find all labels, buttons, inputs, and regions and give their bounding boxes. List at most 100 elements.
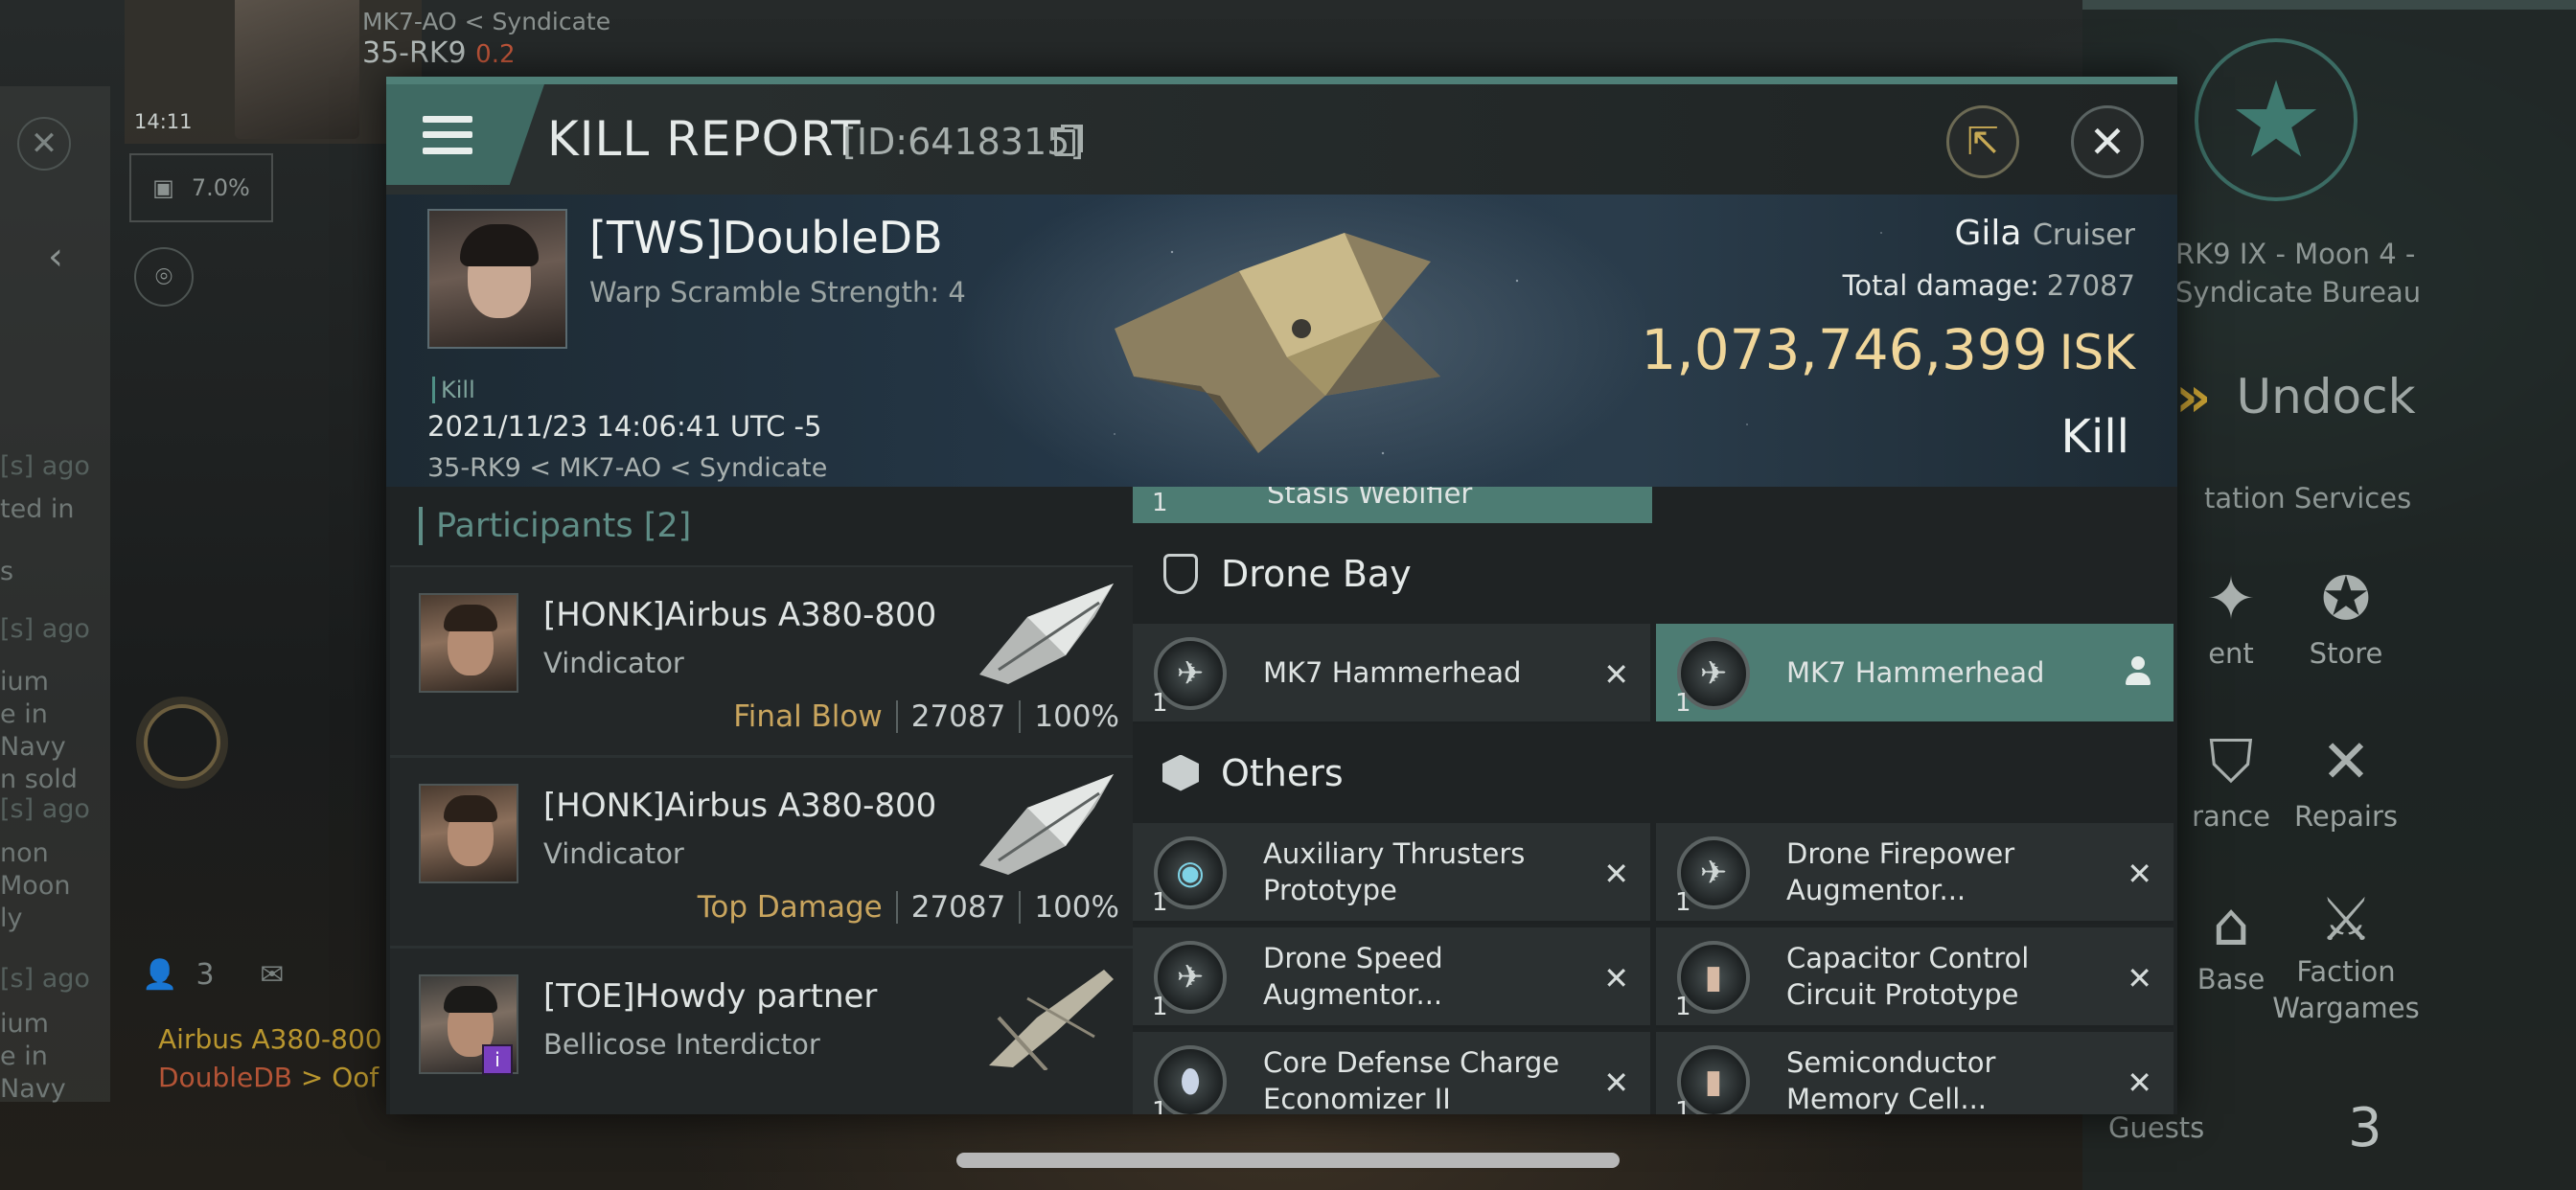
participants-panel[interactable]: Participants [2] [HONK]Airbus A380-800 V… xyxy=(390,487,1133,1114)
warp-scramble-strength: Warp Scramble Strength: 4 xyxy=(589,276,966,309)
item-row[interactable]: ✈ 1 Drone Speed Augmentor... ✕ xyxy=(1133,927,1650,1028)
destroyed-icon: ✕ xyxy=(1603,856,1629,892)
destroyed-icon: ✕ xyxy=(2127,856,2152,892)
feed-line: [s] ago xyxy=(0,794,90,824)
crossed-flags-icon: ⚔ xyxy=(2319,884,2373,954)
participant-percent: 100% xyxy=(1034,890,1119,925)
people-counter[interactable]: 👤 3 ✉ xyxy=(142,958,284,992)
item-name: Semiconductor Memory Cell... xyxy=(1786,1046,1996,1114)
feed-line: n sold xyxy=(0,765,78,794)
share-icon: ⇱ xyxy=(1966,120,1999,164)
kill-tag: Kill xyxy=(432,377,475,403)
participant-ship: Vindicator xyxy=(543,837,684,870)
collapse-chevron-icon[interactable]: ‹ xyxy=(48,235,63,279)
feed-line: [s] ago xyxy=(0,964,90,994)
left-close-icon[interactable]: ✕ xyxy=(17,117,71,171)
victim-name[interactable]: [TWS]DoubleDB xyxy=(589,212,943,263)
service-faction-wargames[interactable]: ⚔ Faction Wargames xyxy=(2260,886,2432,1026)
item-quantity: 1 xyxy=(1675,689,1691,718)
item-quantity: 1 xyxy=(1152,993,1168,1021)
participant-name: [HONK]Airbus A380-800 xyxy=(543,596,937,634)
item-quantity: 1 xyxy=(1152,689,1168,718)
feed-line: ium xyxy=(0,667,49,697)
destroyed-icon: ✕ xyxy=(1603,1064,1629,1101)
item-row[interactable]: ✈ 1 Drone Firepower Augmentor... ✕ xyxy=(1656,823,2174,924)
participant-row[interactable]: [HONK]Airbus A380-800 Vindicator Top Dam… xyxy=(390,758,1133,949)
person-icon: 👤 xyxy=(142,958,178,992)
participant-ship-image xyxy=(979,774,1114,875)
corporation-emblem-icon: ★ xyxy=(2195,38,2358,201)
kill-location: 35-RK9 < MK7-AO < Syndicate xyxy=(427,453,828,483)
share-button[interactable]: ⇱ xyxy=(1946,105,2019,178)
items-panel[interactable]: 1 Stasis Webifier Drone Bay ✈ 1 MK7 Hamm… xyxy=(1133,487,2177,1114)
item-name: MK7 Hammerhead xyxy=(1263,656,1522,689)
undock-chevron-icon: » xyxy=(2175,364,2212,429)
destroyed-icon: ✕ xyxy=(2127,1064,2152,1101)
total-damage: Total damage: 27087 xyxy=(1842,269,2135,302)
victim-portrait[interactable] xyxy=(427,209,567,349)
item-row[interactable]: ✈ 1 MK7 Hammerhead ✕ xyxy=(1133,624,1650,724)
home-indicator[interactable] xyxy=(956,1153,1620,1168)
item-name: Stasis Webifier xyxy=(1267,487,1473,510)
feed-line: [s] ago xyxy=(0,614,90,644)
item-row[interactable]: ⬮ 1 Core Defense Charge Economizer II ✕ xyxy=(1133,1032,1650,1114)
location-pin-icon[interactable]: ⌾ xyxy=(134,247,194,307)
item-row[interactable]: ▮ 1 Capacitor Control Circuit Prototype … xyxy=(1656,927,2174,1028)
item-row[interactable]: ✈ 1 MK7 Hammerhead xyxy=(1656,624,2174,724)
final-blow-tag: Final Blow xyxy=(733,699,883,734)
item-quantity: 1 xyxy=(1152,1097,1168,1114)
feed-line: e in xyxy=(0,1041,48,1071)
participant-row[interactable]: [HONK]Airbus A380-800 Vindicator Final B… xyxy=(390,567,1133,758)
close-button[interactable]: ✕ xyxy=(2071,105,2144,178)
station-panel-topbar xyxy=(2082,0,2576,10)
feed-line: Navy xyxy=(0,1074,66,1104)
participant-percent: 100% xyxy=(1034,699,1119,734)
item-name: Core Defense Charge Economizer II xyxy=(1263,1046,1560,1114)
wrench-icon: ✕ xyxy=(2321,726,2371,796)
feed-line: ly xyxy=(0,904,23,933)
participant-ship-image xyxy=(979,584,1114,684)
dropped-person-icon xyxy=(2124,656,2152,687)
menu-button[interactable] xyxy=(386,84,544,185)
victim-ship[interactable]: Gila Cruiser xyxy=(1955,214,2135,253)
clock: 14:11 xyxy=(134,110,193,133)
guests-count: 3 xyxy=(2348,1097,2382,1159)
copy-icon[interactable] xyxy=(1054,125,1083,156)
item-name: Auxiliary Thrusters Prototype xyxy=(1263,837,1526,906)
cargo-indicator[interactable]: ▣ 7.0% xyxy=(129,153,273,222)
kill-id: [ID:6418315] xyxy=(842,121,1085,163)
service-repairs[interactable]: ✕ Repairs xyxy=(2260,723,2432,833)
item-row[interactable]: ◉ 1 Auxiliary Thrusters Prototype ✕ xyxy=(1133,823,1650,924)
guests-label: Guests xyxy=(2108,1111,2205,1144)
destroyed-icon: ✕ xyxy=(1603,656,1629,693)
feed-line: [s] ago xyxy=(0,451,90,481)
pilot-portrait[interactable] xyxy=(235,0,359,139)
item-row[interactable]: ▮ 1 Semiconductor Memory Cell... ✕ xyxy=(1656,1032,2174,1114)
kill-datetime: 2021/11/23 14:06:41 UTC -5 xyxy=(427,410,822,443)
participant-avatar[interactable] xyxy=(419,784,518,883)
destroyed-icon: ✕ xyxy=(1603,960,1629,996)
participant-name: [HONK]Airbus A380-800 xyxy=(543,787,937,825)
victim-ship-image xyxy=(1115,233,1440,453)
item-quantity: 1 xyxy=(1675,888,1691,917)
feed-line: non xyxy=(0,838,49,868)
participant-row[interactable]: i [TOE]Howdy partner Bellicose Interdict… xyxy=(390,949,1133,1114)
cargo-icon: ▣ xyxy=(152,174,174,201)
item-row-partial[interactable]: 1 Stasis Webifier xyxy=(1133,487,1652,523)
participant-avatar[interactable] xyxy=(419,593,518,693)
service-store[interactable]: ✪ Store xyxy=(2260,561,2432,670)
item-quantity: 1 xyxy=(1152,888,1168,917)
modal-header: KILL REPORT [ID:6418315] ⇱ ✕ xyxy=(386,84,2177,195)
system-name: 35-RK9 0.2 xyxy=(362,36,516,70)
participant-damage: 27087 xyxy=(910,890,1006,925)
station-services-label: tation Services xyxy=(2204,482,2412,515)
destroyed-icon: ✕ xyxy=(2127,960,2152,996)
shield-icon xyxy=(1162,552,1200,596)
hamburger-icon xyxy=(423,115,472,154)
undock-button[interactable]: » Undock xyxy=(2175,364,2416,429)
drone-bay-header: Drone Bay xyxy=(1133,523,2177,624)
isk-value: 1,073,746,399 ISK xyxy=(1641,317,2135,382)
radar-icon[interactable] xyxy=(144,704,220,781)
close-icon: ✕ xyxy=(2088,116,2127,168)
mail-icon[interactable]: ✉ xyxy=(260,958,284,992)
